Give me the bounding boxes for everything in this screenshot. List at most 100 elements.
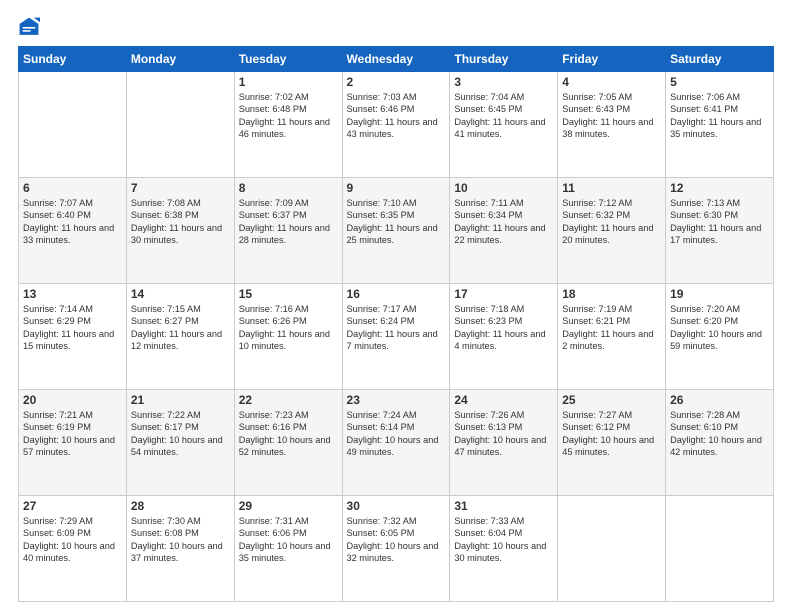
day-number: 2 <box>347 75 446 89</box>
day-number: 22 <box>239 393 338 407</box>
day-content: Sunrise: 7:05 AM Sunset: 6:43 PM Dayligh… <box>562 91 661 141</box>
page: SundayMondayTuesdayWednesdayThursdayFrid… <box>0 0 792 612</box>
day-content: Sunrise: 7:29 AM Sunset: 6:09 PM Dayligh… <box>23 515 122 565</box>
day-content: Sunrise: 7:18 AM Sunset: 6:23 PM Dayligh… <box>454 303 553 353</box>
day-content: Sunrise: 7:02 AM Sunset: 6:48 PM Dayligh… <box>239 91 338 141</box>
day-content: Sunrise: 7:20 AM Sunset: 6:20 PM Dayligh… <box>670 303 769 353</box>
calendar-cell <box>19 72 127 178</box>
weekday-wednesday: Wednesday <box>342 47 450 72</box>
day-number: 19 <box>670 287 769 301</box>
calendar-cell: 16 Sunrise: 7:17 AM Sunset: 6:24 PM Dayli… <box>342 284 450 390</box>
day-number: 30 <box>347 499 446 513</box>
day-content: Sunrise: 7:27 AM Sunset: 6:12 PM Dayligh… <box>562 409 661 459</box>
calendar-cell: 30 Sunrise: 7:32 AM Sunset: 6:05 PM Dayli… <box>342 496 450 602</box>
weekday-thursday: Thursday <box>450 47 558 72</box>
weekday-sunday: Sunday <box>19 47 127 72</box>
day-number: 12 <box>670 181 769 195</box>
day-number: 11 <box>562 181 661 195</box>
calendar-cell: 7Sunrise: 7:08 AM Sunset: 6:38 PM Daylig… <box>126 178 234 284</box>
day-number: 15 <box>239 287 338 301</box>
day-content: Sunrise: 7:10 AM Sunset: 6:35 PM Dayligh… <box>347 197 446 247</box>
day-content: Sunrise: 7:12 AM Sunset: 6:32 PM Dayligh… <box>562 197 661 247</box>
day-number: 8 <box>239 181 338 195</box>
calendar-cell: 12 Sunrise: 7:13 AM Sunset: 6:30 PM Dayli… <box>666 178 774 284</box>
day-content: Sunrise: 7:21 AM Sunset: 6:19 PM Dayligh… <box>23 409 122 459</box>
week-row-5: 27 Sunrise: 7:29 AM Sunset: 6:09 PM Dayli… <box>19 496 774 602</box>
day-content: Sunrise: 7:04 AM Sunset: 6:45 PM Dayligh… <box>454 91 553 141</box>
day-number: 26 <box>670 393 769 407</box>
day-content: Sunrise: 7:06 AM Sunset: 6:41 PM Dayligh… <box>670 91 769 141</box>
weekday-monday: Monday <box>126 47 234 72</box>
day-content: Sunrise: 7:13 AM Sunset: 6:30 PM Dayligh… <box>670 197 769 247</box>
day-number: 9 <box>347 181 446 195</box>
day-content: Sunrise: 7:03 AM Sunset: 6:46 PM Dayligh… <box>347 91 446 141</box>
day-number: 25 <box>562 393 661 407</box>
day-number: 17 <box>454 287 553 301</box>
calendar-cell: 5 Sunrise: 7:06 AM Sunset: 6:41 PM Daylig… <box>666 72 774 178</box>
day-content: Sunrise: 7:17 AM Sunset: 6:24 PM Dayligh… <box>347 303 446 353</box>
calendar-cell <box>126 72 234 178</box>
calendar-cell: 27 Sunrise: 7:29 AM Sunset: 6:09 PM Dayli… <box>19 496 127 602</box>
calendar-cell: 1 Sunrise: 7:02 AM Sunset: 6:48 PM Daylig… <box>234 72 342 178</box>
day-number: 21 <box>131 393 230 407</box>
calendar-cell: 8 Sunrise: 7:09 AM Sunset: 6:37 PM Daylig… <box>234 178 342 284</box>
weekday-tuesday: Tuesday <box>234 47 342 72</box>
day-number: 13 <box>23 287 122 301</box>
day-number: 28 <box>131 499 230 513</box>
day-number: 4 <box>562 75 661 89</box>
day-number: 10 <box>454 181 553 195</box>
calendar-cell: 4 Sunrise: 7:05 AM Sunset: 6:43 PM Daylig… <box>558 72 666 178</box>
day-number: 3 <box>454 75 553 89</box>
day-number: 18 <box>562 287 661 301</box>
weekday-header-row: SundayMondayTuesdayWednesdayThursdayFrid… <box>19 47 774 72</box>
calendar-cell: 20 Sunrise: 7:21 AM Sunset: 6:19 PM Dayli… <box>19 390 127 496</box>
calendar-cell: 19 Sunrise: 7:20 AM Sunset: 6:20 PM Dayli… <box>666 284 774 390</box>
week-row-3: 13 Sunrise: 7:14 AM Sunset: 6:29 PM Dayli… <box>19 284 774 390</box>
day-number: 31 <box>454 499 553 513</box>
calendar-cell <box>666 496 774 602</box>
calendar-cell: 2 Sunrise: 7:03 AM Sunset: 6:46 PM Daylig… <box>342 72 450 178</box>
day-content: Sunrise: 7:30 AM Sunset: 6:08 PM Dayligh… <box>131 515 230 565</box>
day-number: 1 <box>239 75 338 89</box>
calendar-cell: 28 Sunrise: 7:30 AM Sunset: 6:08 PM Dayli… <box>126 496 234 602</box>
calendar-cell: 13 Sunrise: 7:14 AM Sunset: 6:29 PM Dayli… <box>19 284 127 390</box>
day-number: 27 <box>23 499 122 513</box>
logo <box>18 16 42 38</box>
week-row-1: 1 Sunrise: 7:02 AM Sunset: 6:48 PM Daylig… <box>19 72 774 178</box>
day-content: Sunrise: 7:08 AM Sunset: 6:38 PM Dayligh… <box>131 197 230 247</box>
day-number: 14 <box>131 287 230 301</box>
day-content: Sunrise: 7:07 AM Sunset: 6:40 PM Dayligh… <box>23 197 122 247</box>
day-content: Sunrise: 7:26 AM Sunset: 6:13 PM Dayligh… <box>454 409 553 459</box>
day-content: Sunrise: 7:15 AM Sunset: 6:27 PM Dayligh… <box>131 303 230 353</box>
day-number: 29 <box>239 499 338 513</box>
weekday-friday: Friday <box>558 47 666 72</box>
calendar-cell: 6Sunrise: 7:07 AM Sunset: 6:40 PM Daylig… <box>19 178 127 284</box>
day-number: 20 <box>23 393 122 407</box>
day-number: 16 <box>347 287 446 301</box>
calendar-cell: 23Sunrise: 7:24 AM Sunset: 6:14 PM Dayli… <box>342 390 450 496</box>
calendar-cell: 24 Sunrise: 7:26 AM Sunset: 6:13 PM Dayli… <box>450 390 558 496</box>
day-content: Sunrise: 7:11 AM Sunset: 6:34 PM Dayligh… <box>454 197 553 247</box>
calendar-cell: 3 Sunrise: 7:04 AM Sunset: 6:45 PM Daylig… <box>450 72 558 178</box>
week-row-4: 20 Sunrise: 7:21 AM Sunset: 6:19 PM Dayli… <box>19 390 774 496</box>
day-number: 5 <box>670 75 769 89</box>
day-number: 23 <box>347 393 446 407</box>
day-content: Sunrise: 7:28 AM Sunset: 6:10 PM Dayligh… <box>670 409 769 459</box>
day-number: 24 <box>454 393 553 407</box>
calendar-cell: 9 Sunrise: 7:10 AM Sunset: 6:35 PM Daylig… <box>342 178 450 284</box>
day-content: Sunrise: 7:32 AM Sunset: 6:05 PM Dayligh… <box>347 515 446 565</box>
calendar-cell: 26 Sunrise: 7:28 AM Sunset: 6:10 PM Dayli… <box>666 390 774 496</box>
calendar-cell <box>558 496 666 602</box>
day-content: Sunrise: 7:16 AM Sunset: 6:26 PM Dayligh… <box>239 303 338 353</box>
calendar-cell: 21 Sunrise: 7:22 AM Sunset: 6:17 PM Dayli… <box>126 390 234 496</box>
calendar-table: SundayMondayTuesdayWednesdayThursdayFrid… <box>18 46 774 602</box>
day-content: Sunrise: 7:22 AM Sunset: 6:17 PM Dayligh… <box>131 409 230 459</box>
day-content: Sunrise: 7:14 AM Sunset: 6:29 PM Dayligh… <box>23 303 122 353</box>
calendar-cell: 11 Sunrise: 7:12 AM Sunset: 6:32 PM Dayli… <box>558 178 666 284</box>
logo-icon <box>18 16 40 38</box>
day-content: Sunrise: 7:09 AM Sunset: 6:37 PM Dayligh… <box>239 197 338 247</box>
calendar-cell: 22Sunrise: 7:23 AM Sunset: 6:16 PM Dayli… <box>234 390 342 496</box>
day-content: Sunrise: 7:31 AM Sunset: 6:06 PM Dayligh… <box>239 515 338 565</box>
weekday-saturday: Saturday <box>666 47 774 72</box>
calendar-cell: 17 Sunrise: 7:18 AM Sunset: 6:23 PM Dayli… <box>450 284 558 390</box>
